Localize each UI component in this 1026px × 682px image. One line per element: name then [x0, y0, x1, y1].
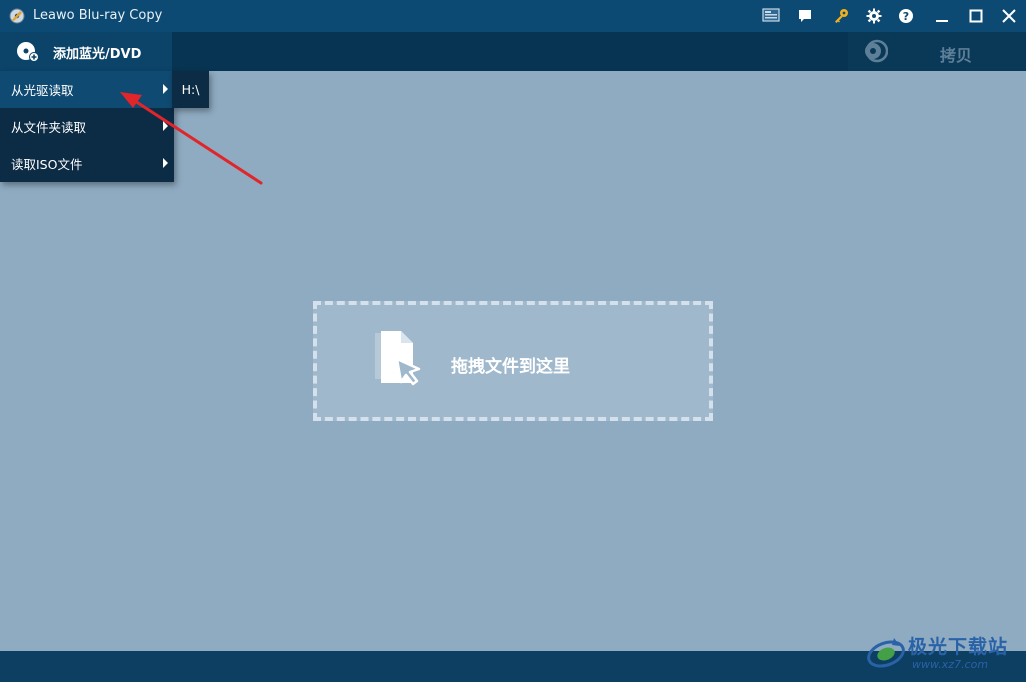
add-bluray-dvd-label: 添加蓝光/DVD — [53, 47, 142, 62]
copy-label: 拷贝 — [940, 46, 973, 65]
copy-button[interactable]: 拷贝 — [848, 32, 1026, 71]
toolbar: 添加蓝光/DVD 拷贝 — [0, 32, 1026, 71]
gear-icon[interactable] — [864, 6, 884, 26]
submenu-arrow-icon — [163, 84, 168, 94]
help-icon[interactable]: ? — [896, 6, 916, 26]
menu-item-label: 从文件夹读取 — [11, 120, 87, 135]
key-icon[interactable] — [831, 6, 851, 26]
watermark-url: www.xz7.com — [912, 658, 989, 671]
menu-item-label: 从光驱读取 — [11, 83, 74, 98]
drop-zone[interactable]: 拖拽文件到这里 — [313, 301, 713, 421]
watermark-logo-icon — [867, 638, 905, 668]
menu-item-read-from-folder[interactable]: 从文件夹读取 — [0, 108, 174, 145]
copy-disc-icon — [862, 39, 889, 67]
app-logo-icon — [9, 8, 25, 24]
monitor-icon[interactable] — [761, 6, 781, 26]
window-title: Leawo Blu-ray Copy — [33, 8, 163, 23]
menu-item-label: 读取ISO文件 — [11, 157, 83, 172]
add-disc-icon — [16, 41, 40, 67]
submenu-item-label: H:\ — [181, 82, 200, 97]
drop-zone-label: 拖拽文件到这里 — [451, 357, 570, 377]
watermark: 极光下载站 www.xz7.com — [862, 628, 1022, 678]
watermark-text: 极光下载站 — [908, 636, 1009, 658]
add-source-menu: 从光驱读取 从文件夹读取 读取ISO文件 — [0, 71, 174, 182]
svg-text:?: ? — [903, 10, 909, 23]
title-bar: Leawo Blu-ray Copy ? — [0, 0, 1026, 32]
chat-icon[interactable] — [795, 6, 815, 26]
minimize-icon[interactable] — [932, 6, 952, 26]
submenu-arrow-icon — [163, 158, 168, 168]
add-bluray-dvd-button[interactable]: 添加蓝光/DVD — [0, 32, 172, 71]
close-icon[interactable] — [999, 6, 1019, 26]
menu-item-read-from-drive[interactable]: 从光驱读取 — [0, 71, 174, 108]
menu-item-read-iso-file[interactable]: 读取ISO文件 — [0, 145, 174, 182]
maximize-icon[interactable] — [966, 6, 986, 26]
submenu-drive-h[interactable]: H:\ — [172, 71, 209, 108]
drag-file-icon — [373, 329, 429, 395]
submenu-arrow-icon — [163, 121, 168, 131]
